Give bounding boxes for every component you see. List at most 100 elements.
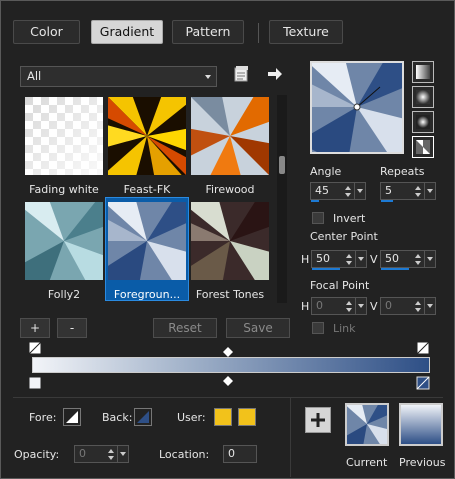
location-label: Location: xyxy=(159,448,210,461)
center-v-label: V xyxy=(370,253,378,266)
repeats-spinner[interactable]: 5 xyxy=(380,182,436,202)
current-label: Current xyxy=(346,456,388,469)
back-label: Back: xyxy=(102,411,133,424)
updown-icon[interactable] xyxy=(344,298,354,314)
color-stop-right[interactable] xyxy=(416,376,430,390)
repeats-slider-fill xyxy=(381,200,393,202)
center-h-label: H xyxy=(301,253,310,266)
add-gradient-button[interactable]: + xyxy=(20,318,50,338)
stop-marker-top-right[interactable] xyxy=(416,341,430,355)
center-v-value: 50 xyxy=(385,252,399,265)
thumbs-scrollbar[interactable] xyxy=(277,95,287,303)
gradient-label: Fading white xyxy=(29,183,99,196)
fore-swatch[interactable] xyxy=(63,408,81,426)
gradient-editor-bar[interactable] xyxy=(32,357,430,373)
center-h-slider-fill xyxy=(312,268,340,270)
focal-point-label: Focal Point xyxy=(310,279,370,292)
reset-button[interactable]: Reset xyxy=(153,318,217,338)
link-label: Link xyxy=(333,322,356,335)
gradient-thumb-forest-tones[interactable] xyxy=(175,186,285,296)
focal-h-value: 0 xyxy=(316,299,323,312)
sunburst-style-button[interactable] xyxy=(412,136,434,158)
current-gradient-swatch[interactable] xyxy=(339,396,395,452)
angle-label: Angle xyxy=(310,165,342,178)
user-color-swatch-1[interactable] xyxy=(214,408,232,426)
category-select-value: All xyxy=(27,69,42,83)
center-point-label: Center Point xyxy=(310,230,378,243)
gradient-label-selected: Foregroun... xyxy=(113,288,181,301)
gradient-thumb-feast-fk[interactable] xyxy=(92,81,202,191)
opacity-label: Opacity: xyxy=(14,448,60,461)
gradient-label: Firewood xyxy=(205,183,255,196)
center-h-value: 50 xyxy=(316,252,330,265)
updown-icon[interactable] xyxy=(106,446,116,462)
previous-gradient-swatch[interactable] xyxy=(399,403,443,446)
chevron-down-icon xyxy=(205,75,211,79)
user-label: User: xyxy=(177,411,206,424)
scrollbar-thumb[interactable] xyxy=(279,156,285,174)
focal-v-spinner[interactable]: 0 xyxy=(380,297,436,315)
gradient-thumb-firewood[interactable] xyxy=(175,86,285,191)
updown-icon[interactable] xyxy=(413,251,423,267)
location-value: 0 xyxy=(228,447,235,460)
save-button[interactable]: Save xyxy=(226,318,290,338)
dropdown-icon[interactable] xyxy=(424,298,435,314)
gradient-thumb-folly2[interactable] xyxy=(9,186,119,296)
library-icon[interactable] xyxy=(232,65,250,83)
tab-texture[interactable]: Texture xyxy=(269,20,343,44)
updown-icon[interactable] xyxy=(344,251,354,267)
tab-separator xyxy=(258,23,259,43)
dropdown-icon[interactable] xyxy=(424,251,435,267)
dropdown-icon[interactable] xyxy=(355,251,366,267)
angle-value: 45 xyxy=(315,184,329,197)
location-field[interactable]: 0 xyxy=(223,445,257,463)
opacity-value: 0 xyxy=(79,447,86,460)
back-swatch[interactable] xyxy=(134,408,152,426)
link-checkbox[interactable] xyxy=(312,322,324,334)
fore-label: Fore: xyxy=(29,411,57,424)
tab-color[interactable]: Color xyxy=(13,20,80,44)
center-h-spinner[interactable]: 50 xyxy=(311,250,367,270)
stop-marker-top-left[interactable] xyxy=(28,341,42,355)
midpoint-diamond-bottom[interactable] xyxy=(223,376,237,390)
gradient-label: Forest Tones xyxy=(195,288,265,301)
previous-label: Previous xyxy=(399,456,446,469)
rectangular-style-button[interactable] xyxy=(412,86,434,108)
divider xyxy=(290,397,291,477)
gradient-thumb-fading-white[interactable] xyxy=(25,97,103,175)
tab-pattern[interactable]: Pattern xyxy=(172,20,244,44)
user-color-swatch-2[interactable] xyxy=(238,408,256,426)
focal-h-label: H xyxy=(301,300,310,313)
category-select[interactable]: All xyxy=(20,66,217,87)
radial-style-button[interactable] xyxy=(412,111,434,133)
remove-gradient-button[interactable]: - xyxy=(57,318,87,338)
updown-icon[interactable] xyxy=(343,183,353,199)
add-to-swatches-button[interactable] xyxy=(305,407,331,433)
dropdown-icon[interactable] xyxy=(354,183,365,199)
repeats-value: 5 xyxy=(385,184,392,197)
dropdown-icon[interactable] xyxy=(117,446,128,462)
gradient-thumb-foreground[interactable] xyxy=(92,186,202,296)
dropdown-icon[interactable] xyxy=(355,298,366,314)
gradient-label: Feast-FK xyxy=(123,183,171,196)
angle-slider-fill xyxy=(311,200,319,202)
opacity-spinner[interactable]: 0 xyxy=(74,445,129,463)
focal-v-label: V xyxy=(370,300,378,313)
arrow-right-icon[interactable] xyxy=(267,67,283,81)
updown-icon[interactable] xyxy=(413,183,423,199)
angle-spinner[interactable]: 45 xyxy=(310,182,366,202)
repeats-label: Repeats xyxy=(380,165,425,178)
divider xyxy=(13,397,443,398)
color-stop-left[interactable] xyxy=(28,376,42,390)
focal-v-value: 0 xyxy=(385,299,392,312)
invert-label: Invert xyxy=(333,212,366,225)
focal-h-spinner[interactable]: 0 xyxy=(311,297,367,315)
invert-checkbox[interactable] xyxy=(312,212,324,224)
tab-gradient[interactable]: Gradient xyxy=(91,20,163,44)
gradient-preview[interactable] xyxy=(297,47,417,167)
linear-style-button[interactable] xyxy=(412,61,434,83)
dropdown-icon[interactable] xyxy=(424,183,435,199)
center-v-spinner[interactable]: 50 xyxy=(380,250,436,270)
gradient-dialog: Color Gradient Pattern Texture All Fadin… xyxy=(0,0,455,479)
updown-icon[interactable] xyxy=(413,298,423,314)
